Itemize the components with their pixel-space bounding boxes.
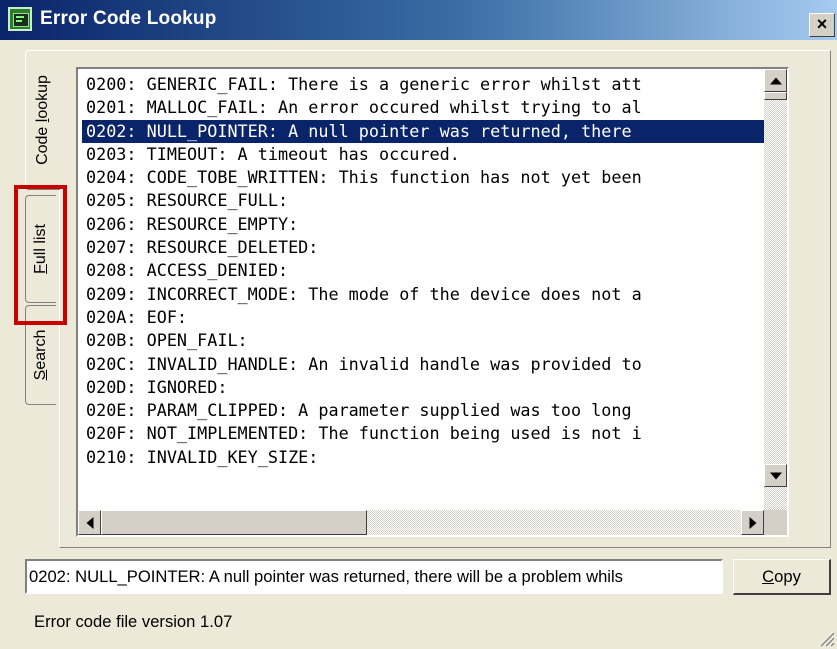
list-item[interactable]: 020B: OPEN_FAIL: — [82, 329, 764, 352]
vertical-scrollbar[interactable] — [764, 69, 787, 510]
window-title: Error Code Lookup — [40, 8, 217, 29]
error-code-list[interactable]: 0200: GENERIC_FAIL: There is a generic e… — [82, 73, 764, 501]
list-item[interactable]: 020E: PARAM_CLIPPED: A parameter supplie… — [82, 399, 764, 422]
list-item[interactable]: 020F: NOT_IMPLEMENTED: The function bein… — [82, 422, 764, 445]
scroll-left-button[interactable] — [78, 510, 101, 535]
arrow-left-icon — [86, 516, 93, 529]
list-item[interactable]: 0203: TIMEOUT: A timeout has occured. — [82, 143, 764, 166]
vertical-scroll-thumb[interactable] — [764, 92, 787, 100]
list-item[interactable]: 0202: NULL_POINTER: A null pointer was r… — [82, 119, 764, 143]
scroll-up-button[interactable] — [764, 69, 787, 92]
selected-error-field[interactable] — [25, 559, 723, 594]
tab-label-search: Search — [32, 329, 49, 381]
arrow-up-icon — [769, 77, 782, 84]
horizontal-scroll-thumb[interactable] — [101, 510, 367, 535]
list-item[interactable]: 0201: MALLOC_FAIL: An error occured whil… — [82, 96, 764, 119]
tab-code-lookup[interactable]: Code lookup — [25, 50, 60, 190]
copy-button[interactable]: Copy — [733, 559, 831, 595]
list-item[interactable]: 020D: IGNORED: — [82, 376, 764, 399]
resize-grip-icon[interactable] — [817, 629, 835, 647]
tab-label-code-lookup: Code lookup — [34, 75, 51, 165]
horizontal-scrollbar[interactable] — [78, 510, 764, 535]
arrow-down-icon — [769, 472, 782, 479]
scrollbar-corner — [764, 510, 787, 535]
list-item[interactable]: 0208: ACCESS_DENIED: — [82, 259, 764, 282]
list-item[interactable]: 020C: INVALID_HANDLE: An invalid handle … — [82, 353, 764, 376]
app-icon[interactable] — [8, 7, 32, 31]
scroll-down-button[interactable] — [764, 464, 787, 487]
status-text: Error code file version 1.07 — [34, 612, 233, 631]
arrow-right-icon — [749, 516, 756, 529]
list-item[interactable]: 0207: RESOURCE_DELETED: — [82, 236, 764, 259]
list-item[interactable]: 0206: RESOURCE_EMPTY: — [82, 213, 764, 236]
close-button[interactable]: × — [809, 13, 835, 37]
close-icon: × — [816, 14, 828, 34]
list-item[interactable]: 0209: INCORRECT_MODE: The mode of the de… — [82, 283, 764, 306]
error-code-listbox[interactable]: 0200: GENERIC_FAIL: There is a generic e… — [76, 67, 789, 537]
highlight-annotation — [14, 185, 67, 325]
list-item[interactable]: 0200: GENERIC_FAIL: There is a generic e… — [82, 73, 764, 96]
scroll-right-button[interactable] — [741, 510, 764, 535]
list-item[interactable]: 0205: RESOURCE_FULL: — [82, 189, 764, 212]
title-bar: Error Code Lookup × — [0, 0, 837, 40]
list-item[interactable]: 0204: CODE_TOBE_WRITTEN: This function h… — [82, 166, 764, 189]
list-item[interactable]: 0210: INVALID_KEY_SIZE: — [82, 446, 764, 469]
list-item[interactable]: 020A: EOF: — [82, 306, 764, 329]
